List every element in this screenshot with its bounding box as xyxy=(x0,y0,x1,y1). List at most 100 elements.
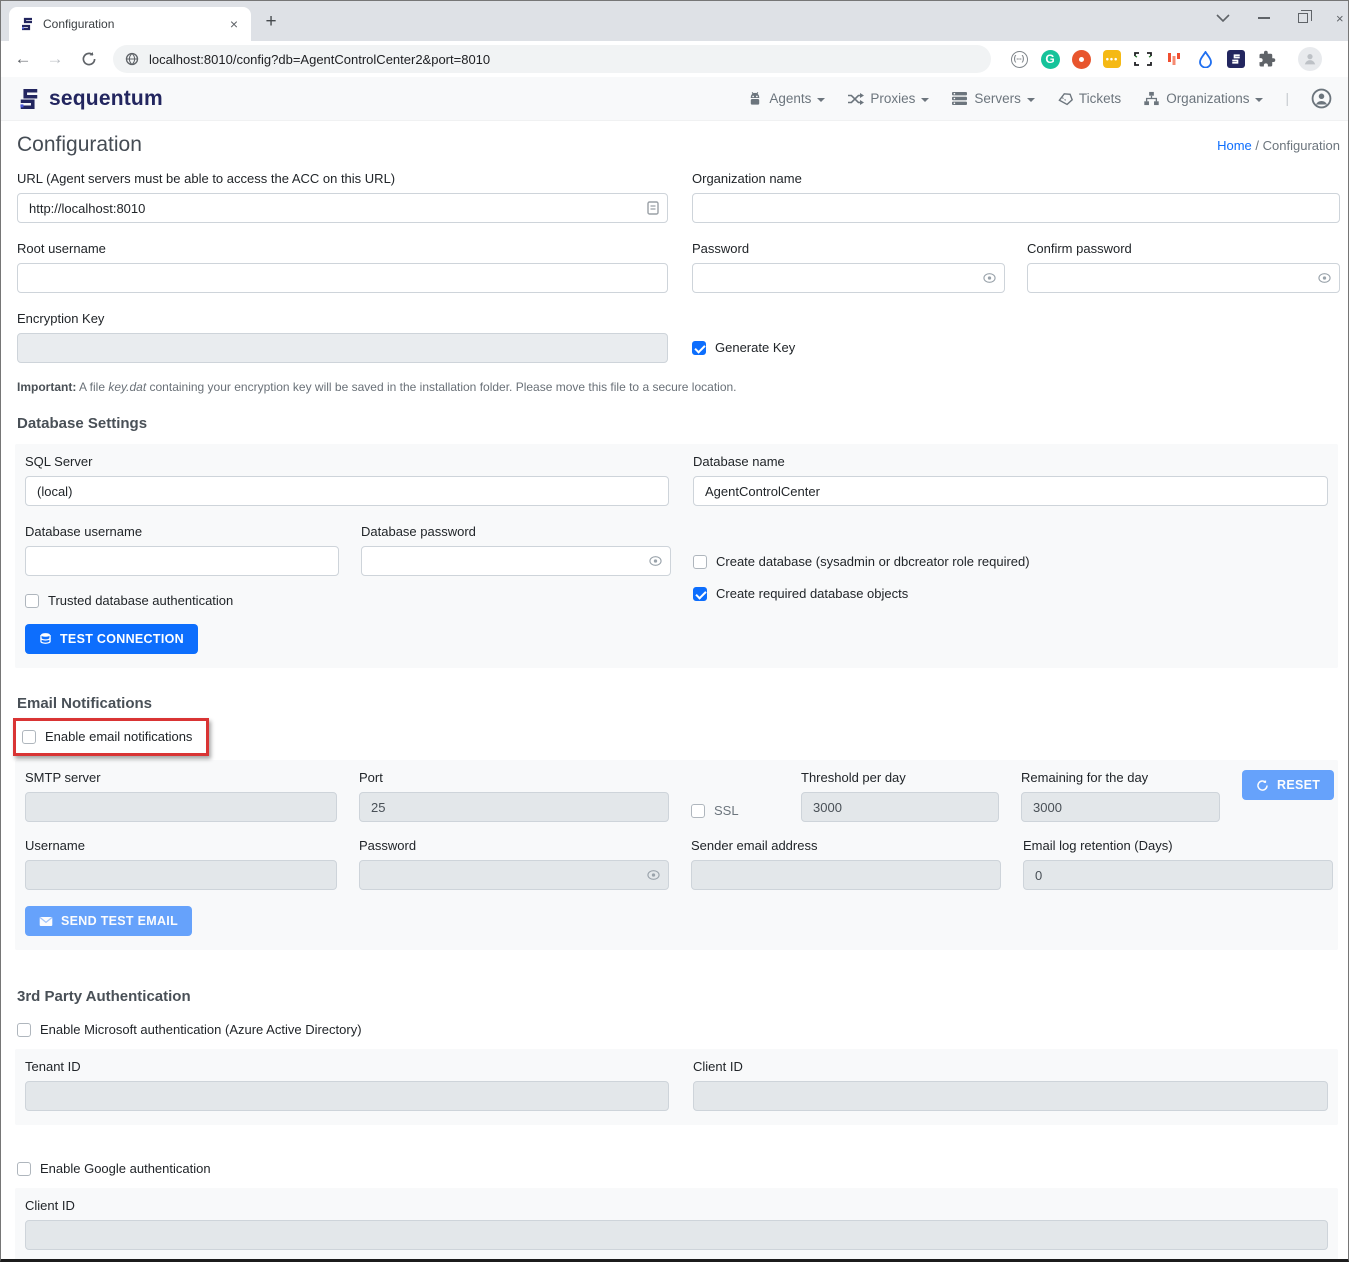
screenshot-extension-icon[interactable] xyxy=(1133,49,1153,69)
tenant-id-label: Tenant ID xyxy=(25,1059,669,1074)
extension-ring-icon[interactable]: (--) xyxy=(1011,51,1028,68)
root-username-label: Root username xyxy=(17,241,668,256)
sql-server-input[interactable] xyxy=(25,476,669,506)
ssl-checkbox[interactable] xyxy=(691,804,705,818)
back-button[interactable]: ← xyxy=(9,49,37,69)
database-name-input[interactable] xyxy=(693,476,1328,506)
app-nav: Agents Proxies Servers Tickets Organizat… xyxy=(747,88,1332,109)
browser-tab[interactable]: Configuration × xyxy=(9,7,251,41)
generate-key-checkbox[interactable] xyxy=(692,341,706,355)
colorwheel-extension-icon[interactable] xyxy=(1072,50,1091,69)
third-party-title: 3rd Party Authentication xyxy=(17,988,1340,1005)
sequentum-extension-icon[interactable] xyxy=(1227,50,1245,68)
brand[interactable]: sequentum xyxy=(17,87,163,111)
email-notifications-title: Email Notifications xyxy=(17,695,1340,712)
tab-title: Configuration xyxy=(43,17,225,31)
autofill-icon[interactable] xyxy=(647,201,659,215)
nav-agents-label: Agents xyxy=(769,91,811,106)
nav-agents[interactable]: Agents xyxy=(747,91,825,106)
trusted-auth-checkbox[interactable] xyxy=(25,594,39,608)
reload-button[interactable] xyxy=(81,51,97,67)
retention-label: Email log retention (Days) xyxy=(1023,838,1333,853)
database-password-input[interactable] xyxy=(361,546,671,576)
email-username-label: Username xyxy=(25,838,337,853)
enable-ms-auth-label: Enable Microsoft authentication (Azure A… xyxy=(40,1022,362,1037)
stripes-extension-icon[interactable] xyxy=(1164,49,1184,69)
profile-avatar[interactable] xyxy=(1298,47,1322,71)
create-objects-checkbox[interactable] xyxy=(693,587,707,601)
eye-icon[interactable] xyxy=(983,273,996,284)
nav-servers[interactable]: Servers xyxy=(951,91,1035,106)
grammarly-icon[interactable]: G xyxy=(1041,50,1060,69)
close-button[interactable]: × xyxy=(1336,11,1344,26)
shuffle-icon xyxy=(847,92,864,106)
password-label: Password xyxy=(692,241,1005,256)
enable-google-auth-checkbox[interactable] xyxy=(17,1162,31,1176)
test-connection-label: TEST CONNECTION xyxy=(60,632,184,646)
database-settings-title: Database Settings xyxy=(17,415,1340,432)
url-input[interactable] xyxy=(17,193,668,223)
database-username-input[interactable] xyxy=(25,546,339,576)
database-icon xyxy=(39,632,52,646)
enable-google-auth-label: Enable Google authentication xyxy=(40,1161,211,1176)
envelope-icon xyxy=(39,916,53,927)
amber-extension-icon[interactable]: ••• xyxy=(1103,50,1121,68)
nav-organizations[interactable]: Organizations xyxy=(1143,91,1263,106)
email-password-label: Password xyxy=(359,838,669,853)
google-auth-panel: Client ID xyxy=(15,1188,1338,1262)
tab-close-icon[interactable]: × xyxy=(225,15,243,33)
organization-name-label: Organization name xyxy=(692,171,1340,186)
create-objects-label: Create required database objects xyxy=(716,586,908,601)
puzzle-extensions-icon[interactable] xyxy=(1257,49,1277,69)
ticket-icon xyxy=(1057,92,1073,106)
trusted-auth-label: Trusted database authentication xyxy=(48,593,233,608)
nav-proxies[interactable]: Proxies xyxy=(847,91,929,106)
restore-button[interactable] xyxy=(1298,13,1308,23)
sql-server-label: SQL Server xyxy=(25,454,669,469)
email-username-input xyxy=(25,860,337,890)
new-tab-button[interactable]: + xyxy=(257,9,285,37)
forward-button[interactable]: → xyxy=(41,49,69,69)
password-input[interactable] xyxy=(692,263,1005,293)
page-title: Configuration xyxy=(17,133,142,157)
enable-email-checkbox[interactable] xyxy=(22,730,36,744)
encryption-key-input xyxy=(17,333,668,363)
database-username-label: Database username xyxy=(25,524,339,539)
send-test-email-button[interactable]: SEND TEST EMAIL xyxy=(25,906,192,936)
test-connection-button[interactable]: TEST CONNECTION xyxy=(25,624,198,654)
breadcrumb-separator: / xyxy=(1255,138,1259,153)
breadcrumb-home-link[interactable]: Home xyxy=(1217,138,1252,153)
threshold-label: Threshold per day xyxy=(801,770,999,785)
eye-icon[interactable] xyxy=(649,556,662,567)
browser-toolbar: ← → localhost:8010/config?db=AgentContro… xyxy=(1,41,1348,77)
confirm-password-input[interactable] xyxy=(1027,263,1340,293)
droplet-extension-icon[interactable] xyxy=(1195,49,1215,69)
nav-organizations-label: Organizations xyxy=(1166,91,1249,106)
breadcrumb-current: Configuration xyxy=(1263,138,1340,153)
organization-name-input[interactable] xyxy=(692,193,1340,223)
servers-icon xyxy=(951,91,968,106)
smtp-server-label: SMTP server xyxy=(25,770,337,785)
create-database-label: Create database (sysadmin or dbcreator r… xyxy=(716,554,1030,569)
nav-tickets-label: Tickets xyxy=(1079,91,1121,106)
eye-icon[interactable] xyxy=(1318,273,1331,284)
nav-tickets[interactable]: Tickets xyxy=(1057,91,1121,106)
robot-icon xyxy=(747,91,763,106)
reset-label: RESET xyxy=(1277,778,1320,792)
enable-ms-auth-checkbox[interactable] xyxy=(17,1023,31,1037)
root-username-input[interactable] xyxy=(17,263,668,293)
chevron-down-icon xyxy=(1027,98,1035,102)
tab-strip: Configuration × + × xyxy=(1,1,1348,41)
url-bar[interactable]: localhost:8010/config?db=AgentControlCen… xyxy=(113,45,991,73)
tenant-id-input xyxy=(25,1081,669,1111)
chevron-down-icon xyxy=(817,98,825,102)
minimize-button[interactable] xyxy=(1258,17,1270,19)
reset-button[interactable]: RESET xyxy=(1242,770,1334,800)
chevron-down-icon xyxy=(1255,98,1263,102)
tab-search-chevron-icon[interactable] xyxy=(1216,14,1230,22)
important-note: Important: A file key.dat containing you… xyxy=(17,380,1340,394)
generate-key-label: Generate Key xyxy=(715,340,795,355)
create-database-checkbox[interactable] xyxy=(693,555,707,569)
account-menu[interactable] xyxy=(1311,88,1332,109)
breadcrumb: Home / Configuration xyxy=(1217,138,1340,153)
